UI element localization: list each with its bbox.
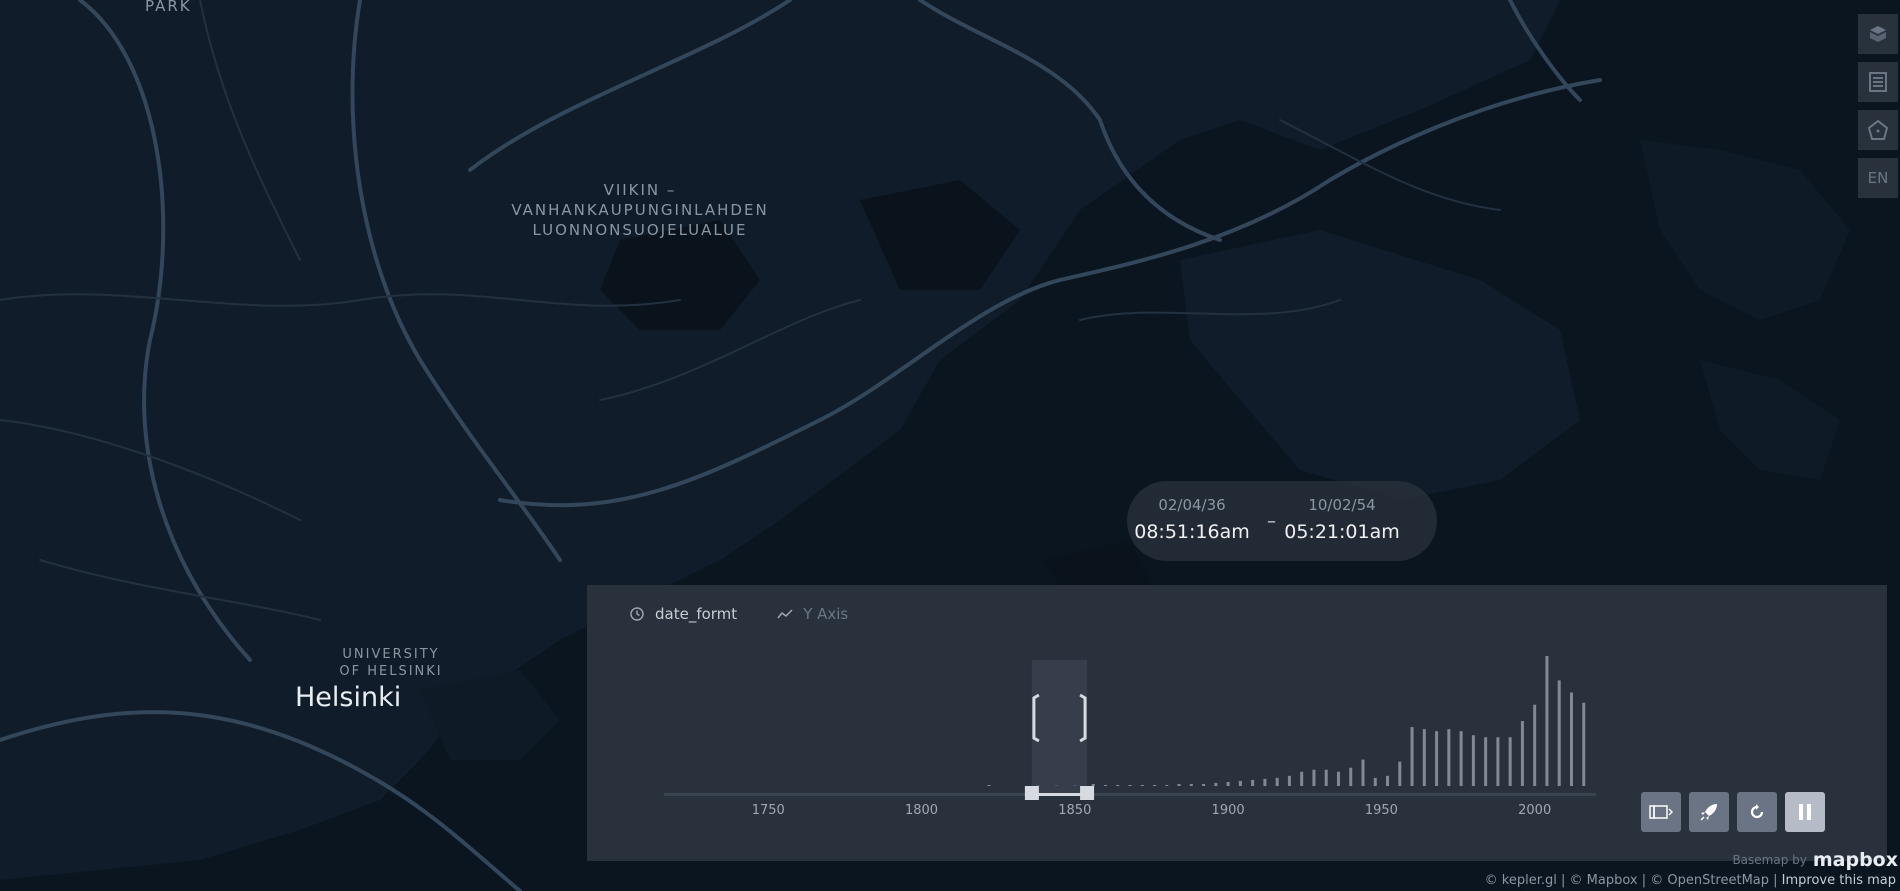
end-time-block: 10/02/54 05:21:01am — [1277, 495, 1407, 546]
histogram-bar — [1398, 761, 1402, 786]
end-time: 05:21:01am — [1284, 521, 1400, 543]
speed-rocket-icon — [1700, 804, 1717, 821]
histogram-bar — [987, 784, 991, 786]
university-label: UNIVERSITY OF HELSINKI — [331, 646, 451, 680]
histogram-bar — [1496, 737, 1500, 786]
layer-3d-icon — [1870, 26, 1886, 42]
range-handle-left[interactable] — [1024, 786, 1039, 800]
histogram-bar — [1202, 783, 1206, 786]
histogram-bar — [1459, 731, 1463, 786]
speed-button[interactable] — [1689, 792, 1729, 832]
basemap-by-text: Basemap by — [1732, 853, 1807, 867]
histogram-bar — [1189, 783, 1193, 786]
locale-icon: EN — [1867, 169, 1889, 187]
histogram-bar — [1373, 777, 1377, 786]
axis-tick-label: 1750 — [751, 803, 785, 818]
histogram-bar — [1324, 769, 1328, 786]
map-control-panel: EN — [1858, 14, 1898, 206]
histogram-bar — [1300, 771, 1304, 786]
axis-tick-label: 1900 — [1211, 803, 1245, 818]
histogram-bar — [1091, 783, 1095, 786]
slider-track[interactable] — [664, 793, 1596, 796]
histogram-bar — [1177, 783, 1181, 786]
histogram-bar — [1103, 784, 1107, 786]
histogram-bar — [1128, 784, 1132, 786]
axis-tick-label: 1800 — [904, 803, 939, 818]
histogram-bar — [1349, 767, 1353, 786]
end-date: 10/02/54 — [1308, 496, 1376, 514]
histogram-bar — [1165, 784, 1169, 786]
locale-button[interactable]: EN — [1858, 158, 1898, 198]
nature-reserve-label: VIIKIN – VANHANKAUPUNGINLAHDEN LUONNONSU… — [490, 180, 790, 240]
histogram-bar — [1569, 692, 1573, 786]
histogram-bar — [1557, 680, 1561, 786]
map-attribution: © kepler.gl | © Mapbox | © OpenStreetMap… — [1480, 871, 1900, 891]
draw-polygon-icon — [1867, 119, 1889, 140]
axis-tick-label: 1950 — [1364, 803, 1398, 818]
selected-range-bar — [1031, 793, 1088, 796]
reset-icon — [1750, 804, 1764, 819]
start-time: 08:51:16am — [1134, 521, 1250, 543]
draw-polygon-button[interactable] — [1858, 110, 1898, 150]
start-date: 02/04/36 — [1158, 496, 1226, 514]
histogram-bar — [1545, 656, 1549, 786]
histogram-bar — [1140, 784, 1144, 786]
histogram-bar — [1484, 737, 1488, 786]
histogram-bar — [1214, 782, 1218, 786]
range-handle-right[interactable] — [1080, 786, 1095, 800]
city-label: Helsinki — [295, 682, 402, 713]
time-filter-panel: date_formt Y Axis 1750 1800 1850 1900 1950 20… — [587, 585, 1887, 861]
toggle-legend-button[interactable] — [1858, 62, 1898, 102]
selected-range-window[interactable] — [1031, 660, 1088, 796]
histogram-bar — [1422, 729, 1426, 786]
histogram-bar — [1263, 778, 1267, 786]
time-range-display: 02/04/36 08:51:16am – 10/02/54 05:21:01a… — [1127, 481, 1437, 561]
basemap-credit: Basemap by mapbox — [1732, 849, 1898, 871]
histogram-bar — [1336, 771, 1340, 786]
attribution-text[interactable]: © kepler.gl | © Mapbox | © OpenStreetMap… — [1485, 873, 1778, 888]
mapbox-logo[interactable]: mapbox — [1813, 849, 1898, 871]
park-label: PARK — [145, 0, 192, 15]
axis-tick-label: 1850 — [1058, 803, 1092, 818]
animation-window-icon — [1649, 805, 1673, 819]
legend-icon — [1869, 72, 1887, 92]
animation-window-button[interactable] — [1641, 792, 1681, 832]
histogram-bar — [1386, 775, 1390, 786]
university-label-line-1: UNIVERSITY — [342, 647, 440, 662]
histogram-bar — [1533, 704, 1537, 786]
histogram-bar — [1153, 784, 1157, 786]
histogram-bar — [1435, 731, 1439, 786]
start-time-block: 02/04/36 08:51:16am — [1127, 495, 1257, 546]
histogram-bar — [1226, 781, 1230, 786]
reset-button[interactable] — [1737, 792, 1777, 832]
histogram-bar — [1275, 777, 1279, 786]
histogram-bar — [1582, 702, 1586, 786]
histogram-bar — [1520, 721, 1524, 786]
toggle-3d-button[interactable] — [1858, 14, 1898, 54]
histogram-bar — [1410, 727, 1414, 786]
histogram-bar — [1287, 775, 1291, 786]
animation-controls — [1641, 792, 1833, 832]
histogram-bar — [1238, 780, 1242, 786]
histogram-bar — [1471, 735, 1475, 786]
pause-button[interactable] — [1785, 792, 1825, 832]
nature-reserve-label-line-1: VIIKIN – — [603, 181, 677, 199]
axis-tick-label: 2000 — [1518, 803, 1552, 818]
pause-icon — [1799, 804, 1811, 820]
histogram-bar — [1116, 784, 1120, 786]
histogram-bar — [1312, 769, 1316, 786]
nature-reserve-label-line-2: VANHANKAUPUNGINLAHDEN — [511, 201, 769, 219]
nature-reserve-label-line-3: LUONNONSUOJELUALUE — [532, 221, 748, 239]
time-separator: – — [1267, 511, 1276, 532]
improve-map-link[interactable]: Improve this map — [1782, 873, 1896, 888]
histogram-bar — [1251, 779, 1255, 786]
histogram-bar — [1361, 759, 1365, 786]
university-label-line-2: OF HELSINKI — [339, 664, 443, 679]
histogram-bar — [1508, 737, 1512, 786]
histogram-bar — [1447, 729, 1451, 786]
